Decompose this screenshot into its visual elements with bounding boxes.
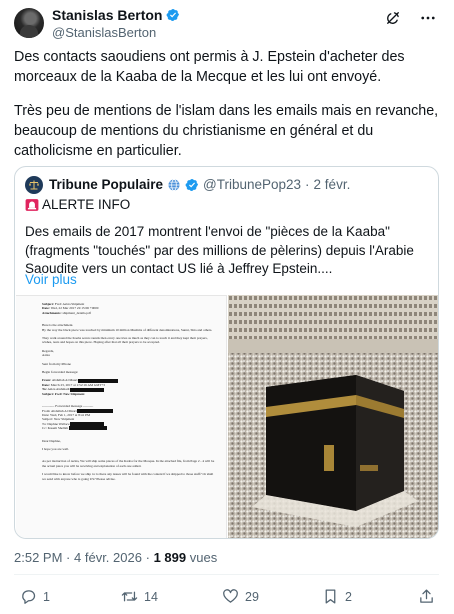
doc-subj2: New Shipment — [53, 417, 75, 422]
doc-attachments-label: Attachments: — [42, 310, 62, 315]
bookmark-button[interactable]: 2 — [322, 588, 352, 605]
doc-subject: Fwd: Aziza Shipment — [54, 302, 85, 306]
doc-subject-label: Subject: — [42, 302, 55, 306]
tweet-meta: 2:52 PM · 4 févr. 2026 · 1 899 vues — [14, 550, 217, 565]
doc-from1-label: From: — [42, 378, 52, 383]
verified-badge-icon — [185, 178, 199, 191]
doc-to1: Aziza Alahmadi — [47, 387, 70, 392]
tweet-detail: Stanislas Berton @StanislasBerton Des co… — [0, 0, 454, 614]
reply-icon — [22, 590, 36, 604]
action-bar: 1 14 29 2 — [14, 588, 439, 608]
meta-dot: · — [66, 550, 71, 565]
like-icon — [223, 589, 238, 603]
doc-from2-label: From: — [42, 408, 51, 413]
divider — [14, 574, 439, 575]
alert-siren-icon — [25, 198, 39, 211]
reply-count: 1 — [43, 589, 50, 604]
like-count: 29 — [245, 589, 259, 604]
doc-from1: Abdullah Al Maari — [51, 378, 78, 383]
doc-instruction: As per instruction of Aziza, We will shi… — [42, 459, 215, 468]
repost-button[interactable]: 14 — [121, 588, 158, 605]
repost-count: 14 — [144, 589, 158, 604]
views-count: 1 899 — [153, 550, 187, 565]
author-name[interactable]: Stanislas Berton — [52, 7, 162, 23]
doc-date2: Wed, Feb 1, 2017 at 8:41 PM — [50, 412, 90, 417]
author-handle[interactable]: @StanislasBerton — [52, 25, 156, 40]
doc-attachments: shipment_details.pdf — [62, 310, 91, 315]
tweet-date[interactable]: 4 févr. 2026 — [74, 550, 142, 565]
doc-date1-label: Date: — [42, 382, 50, 387]
author-name-row: Stanislas Berton — [52, 7, 180, 23]
quoted-separator: · — [305, 177, 310, 192]
quoted-author-name[interactable]: Tribune Populaire — [49, 177, 163, 192]
share-button[interactable] — [418, 588, 435, 605]
tweet-text-paragraph-2: Très peu de mentions de l'islam dans les… — [14, 103, 439, 159]
avatar[interactable] — [14, 8, 44, 38]
doc-subj2-label: Subject: — [42, 417, 54, 422]
doc-cc2-label: Cc: — [42, 426, 47, 431]
tweet-text-paragraph-1: Des contacts saoudiens ont permis à J. E… — [14, 49, 405, 85]
email-document-image[interactable]: Subject: Fwd: Aziza Shipment Date: Wed, … — [16, 295, 227, 538]
doc-line-3: They walk around the Kaaba seven rounds … — [42, 336, 208, 345]
quoted-avatar[interactable] — [25, 176, 43, 194]
like-button[interactable]: 29 — [222, 588, 259, 605]
quoted-alert-text: ALERTE INFO — [42, 197, 131, 212]
doc-date1: March 23, 2017 at 1:52:16 AM GMT+3 — [50, 382, 105, 387]
doc-to2: Daphne Wallace — [47, 421, 70, 426]
quoted-header: Tribune Populaire @TribunePop23 · 2 févr… — [49, 177, 350, 192]
quoted-text: Des emails de 2017 montrent l'envoi de "… — [25, 224, 414, 276]
more-icon[interactable] — [418, 9, 438, 27]
doc-closing: I would like to know before we ship to: … — [42, 472, 214, 481]
kaaba-illustration — [228, 295, 438, 538]
redaction-bar — [68, 426, 107, 431]
email-document-content: Subject: Fwd: Aziza Shipment Date: Wed, … — [42, 302, 218, 481]
doc-subj1: Fwd: New Shipment — [54, 391, 85, 396]
scales-logo-icon — [29, 180, 39, 190]
share-icon — [420, 589, 433, 603]
meta-dot: · — [145, 550, 150, 565]
doc-date-label: Date: — [42, 306, 50, 311]
bookmark-icon — [325, 589, 336, 604]
globe-icon — [168, 178, 180, 191]
doc-date: Wed, 22 Mar 2017 22:15:06 +0000 — [50, 306, 99, 311]
bookmark-count: 2 — [345, 589, 352, 604]
grok-icon[interactable] — [384, 9, 402, 27]
doc-subj1-label: Subject: — [42, 391, 55, 396]
doc-date2-label: Date: — [42, 412, 50, 417]
reply-button[interactable]: 1 — [20, 588, 50, 605]
kaaba-photo[interactable] — [228, 295, 438, 538]
doc-line-2: By the way the black piece was touched b… — [42, 327, 213, 332]
doc-cc2: Kasem Shellah — [47, 426, 69, 431]
doc-to2-label: To: — [42, 421, 47, 426]
verified-badge-icon — [167, 9, 180, 21]
see-more-link[interactable]: Voir plus — [25, 272, 77, 287]
doc-from2: Abdullah Al Maari — [50, 408, 77, 413]
quoted-alert-line: ALERTE INFO — [25, 197, 130, 212]
views-label: vues — [189, 550, 218, 565]
repost-icon — [121, 591, 138, 602]
tweet-time[interactable]: 2:52 PM — [14, 550, 62, 565]
quoted-handle[interactable]: @TribunePop23 — [203, 177, 301, 192]
quoted-date[interactable]: 2 févr. — [314, 177, 351, 192]
quoted-post[interactable]: Tribune Populaire @TribunePop23 · 2 févr… — [14, 166, 439, 539]
